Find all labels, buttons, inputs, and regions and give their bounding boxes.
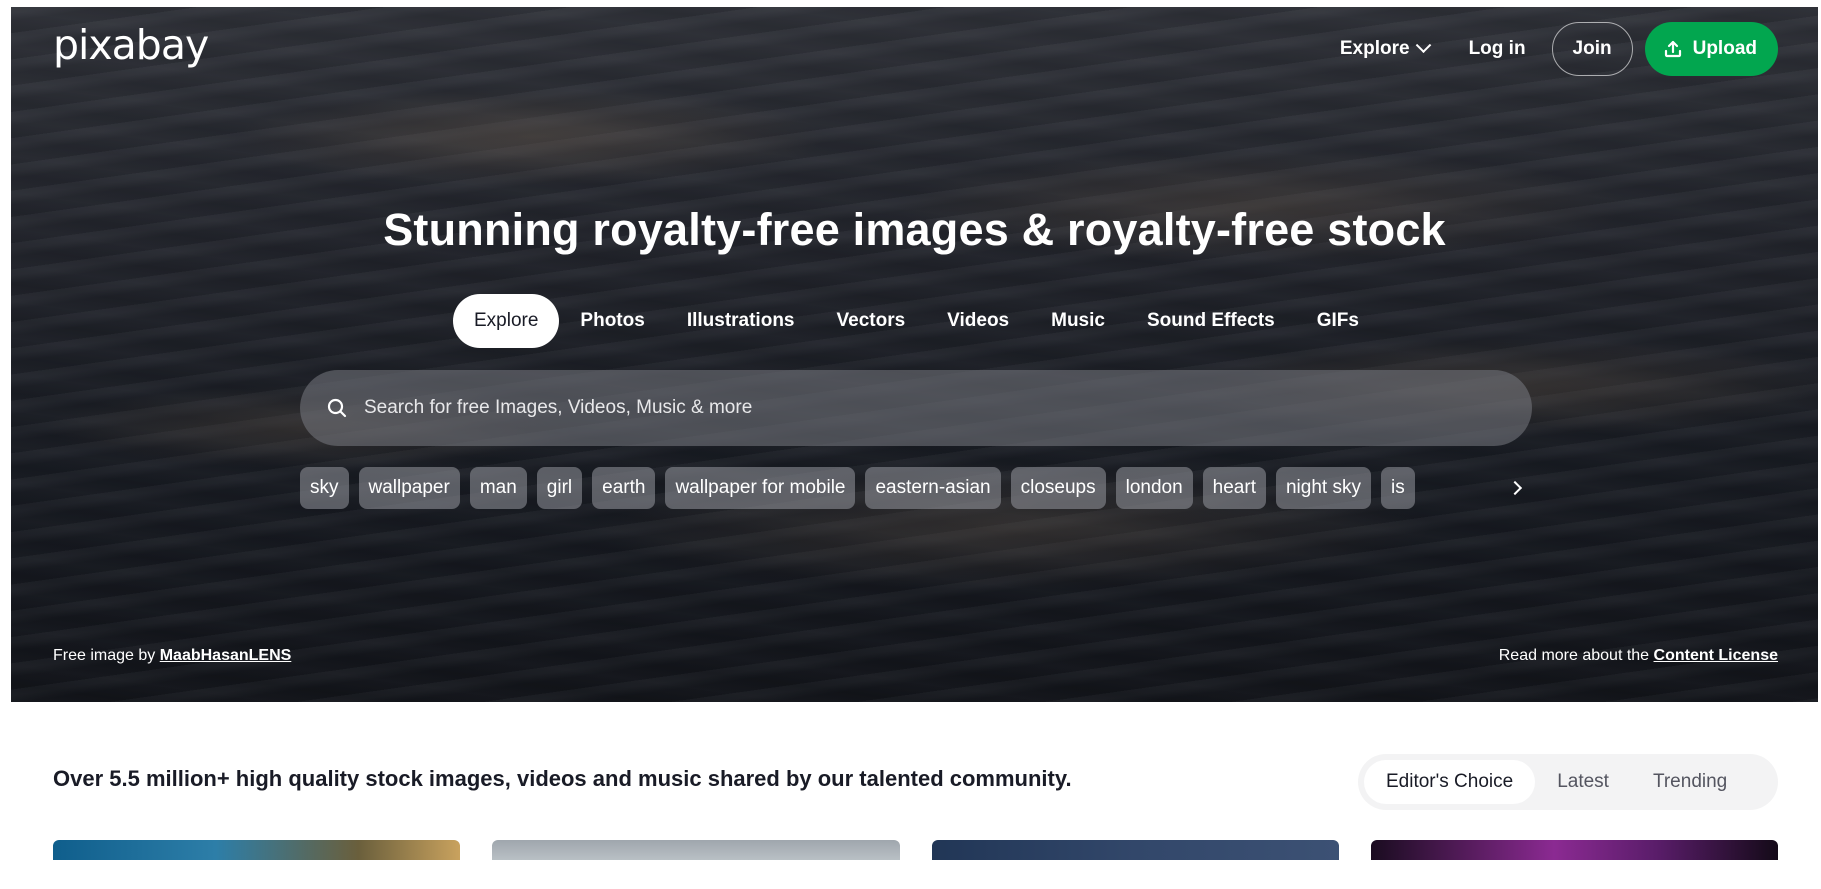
trending-tags: sky wallpaper man girl earth wallpaper f… xyxy=(300,467,1480,509)
sort-toggle: Editor's Choice Latest Trending xyxy=(1358,754,1778,810)
community-tagline: Over 5.5 million+ high quality stock ima… xyxy=(53,766,1072,791)
sort-latest[interactable]: Latest xyxy=(1535,760,1631,804)
tab-music[interactable]: Music xyxy=(1030,294,1126,348)
tag-chip[interactable]: eastern-asian xyxy=(865,467,1001,509)
top-nav: Explore Log in Join Upload xyxy=(1326,22,1778,76)
search-icon xyxy=(327,398,347,418)
tag-chip[interactable]: earth xyxy=(592,467,656,509)
media-type-tabs: Explore Photos Illustrations Vectors Vid… xyxy=(453,294,1380,348)
tag-chip[interactable]: heart xyxy=(1202,467,1266,509)
tab-videos[interactable]: Videos xyxy=(926,294,1030,348)
hero-headline: Stunning royalty-free images & royalty-f… xyxy=(383,204,1446,255)
explore-menu-button[interactable]: Explore xyxy=(1326,22,1443,76)
tag-chip[interactable]: girl xyxy=(536,467,583,509)
join-button[interactable]: Join xyxy=(1551,22,1633,76)
tag-chip[interactable]: night sky xyxy=(1275,467,1371,509)
tab-vectors[interactable]: Vectors xyxy=(816,294,927,348)
tag-chip[interactable]: closeups xyxy=(1010,467,1106,509)
image-credit: Free image by MaabHasanLENS xyxy=(53,647,291,665)
pixabay-logo[interactable]: pixabay xyxy=(53,25,209,66)
tag-chip[interactable]: wallpaper xyxy=(358,467,460,509)
hero-banner: pixabay Explore Log in Join Upload Stunn… xyxy=(11,7,1818,702)
image-thumbnail[interactable] xyxy=(492,840,900,860)
sort-editors-choice[interactable]: Editor's Choice xyxy=(1364,760,1536,804)
tab-sound-effects[interactable]: Sound Effects xyxy=(1126,294,1296,348)
tab-photos[interactable]: Photos xyxy=(559,294,665,348)
tag-chip[interactable]: wallpaper for mobile xyxy=(665,467,856,509)
tab-explore[interactable]: Explore xyxy=(453,294,560,348)
tag-chip[interactable]: is xyxy=(1380,467,1415,509)
license-note: Read more about the Content License xyxy=(1499,647,1778,665)
tab-illustrations[interactable]: Illustrations xyxy=(666,294,816,348)
content-license-link[interactable]: Content License xyxy=(1654,647,1778,664)
login-link[interactable]: Log in xyxy=(1455,22,1540,76)
credit-prefix: Free image by xyxy=(53,647,156,664)
tag-chip[interactable]: sky xyxy=(300,467,349,509)
image-thumbnail[interactable] xyxy=(931,840,1339,860)
upload-button[interactable]: Upload xyxy=(1644,22,1778,76)
tag-chip[interactable]: man xyxy=(469,467,527,509)
tab-gifs[interactable]: GIFs xyxy=(1296,294,1380,348)
chevron-right-icon xyxy=(1507,480,1523,496)
tag-chip[interactable]: london xyxy=(1115,467,1193,509)
image-thumbnail[interactable] xyxy=(1370,840,1778,860)
image-grid xyxy=(53,840,1778,860)
tags-scroll-next-button[interactable] xyxy=(1494,467,1536,509)
license-prefix: Read more about the xyxy=(1498,647,1650,664)
credit-author-link[interactable]: MaabHasanLENS xyxy=(160,647,292,664)
search-bar xyxy=(300,370,1532,446)
upload-label: Upload xyxy=(1692,38,1757,59)
search-input[interactable] xyxy=(362,370,1532,446)
explore-menu-label: Explore xyxy=(1339,38,1410,59)
upload-icon xyxy=(1664,40,1681,58)
sort-trending[interactable]: Trending xyxy=(1631,760,1749,804)
image-thumbnail[interactable] xyxy=(53,840,461,860)
chevron-down-icon xyxy=(1415,36,1431,53)
